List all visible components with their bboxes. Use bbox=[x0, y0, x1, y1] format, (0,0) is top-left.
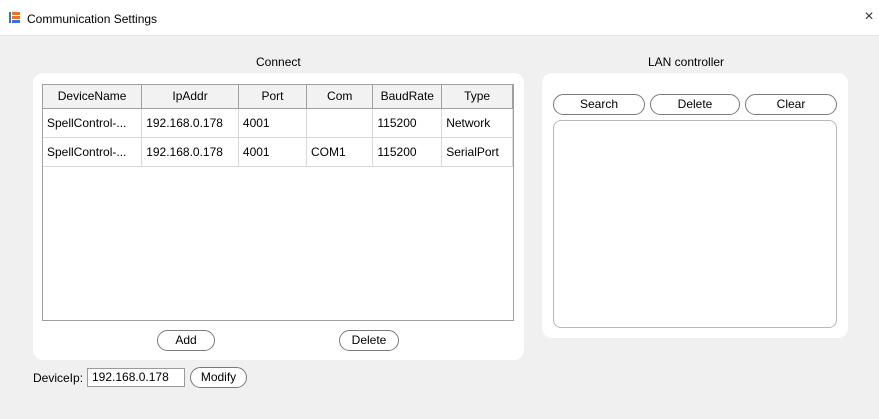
modify-button[interactable]: Modify bbox=[190, 367, 247, 388]
cell-type: Network bbox=[441, 107, 513, 138]
table-header-row: DeviceName IpAddr Port Com BaudRate Type bbox=[43, 85, 513, 109]
column-header-devicename[interactable]: DeviceName bbox=[43, 85, 143, 109]
cell-port: 4001 bbox=[237, 136, 308, 167]
lan-controller-title: LAN controller bbox=[648, 55, 725, 69]
window-title: Communication Settings bbox=[27, 12, 158, 26]
lan-controller-list[interactable] bbox=[553, 120, 837, 328]
cell-ipaddr: 192.168.0.178 bbox=[141, 136, 239, 167]
device-ip-field[interactable]: 192.168.0.178 bbox=[87, 368, 185, 387]
lan-delete-button[interactable]: Delete bbox=[650, 94, 740, 115]
connect-title: Connect bbox=[256, 55, 301, 69]
cell-com: COM1 bbox=[306, 136, 374, 167]
cell-com bbox=[306, 107, 374, 138]
column-header-ipaddr[interactable]: IpAddr bbox=[141, 85, 239, 109]
cell-port: 4001 bbox=[237, 107, 308, 138]
column-header-type[interactable]: Type bbox=[441, 85, 513, 109]
cell-baudrate: 115200 bbox=[372, 107, 443, 138]
connect-delete-button[interactable]: Delete bbox=[339, 330, 399, 351]
clear-button[interactable]: Clear bbox=[745, 94, 837, 115]
cell-ipaddr: 192.168.0.178 bbox=[141, 107, 239, 138]
device-ip-label: DeviceIp: bbox=[33, 371, 84, 385]
table-row[interactable]: SpellControl-... 192.168.0.178 4001 1152… bbox=[43, 107, 513, 138]
title-bar: Communication Settings × bbox=[0, 0, 879, 36]
cell-devicename: SpellControl-... bbox=[43, 136, 143, 167]
close-icon[interactable]: × bbox=[859, 6, 879, 28]
cell-type: SerialPort bbox=[441, 136, 513, 167]
add-button[interactable]: Add bbox=[157, 330, 215, 351]
cell-baudrate: 115200 bbox=[372, 136, 443, 167]
table-row[interactable]: SpellControl-... 192.168.0.178 4001 COM1… bbox=[43, 136, 513, 167]
search-button[interactable]: Search bbox=[553, 94, 645, 115]
column-header-com[interactable]: Com bbox=[306, 85, 374, 109]
app-logo-icon bbox=[9, 12, 20, 23]
column-header-port[interactable]: Port bbox=[237, 85, 308, 109]
column-header-baudrate[interactable]: BaudRate bbox=[372, 85, 443, 109]
cell-devicename: SpellControl-... bbox=[43, 107, 143, 138]
device-table[interactable]: DeviceName IpAddr Port Com BaudRate Type… bbox=[42, 84, 514, 321]
